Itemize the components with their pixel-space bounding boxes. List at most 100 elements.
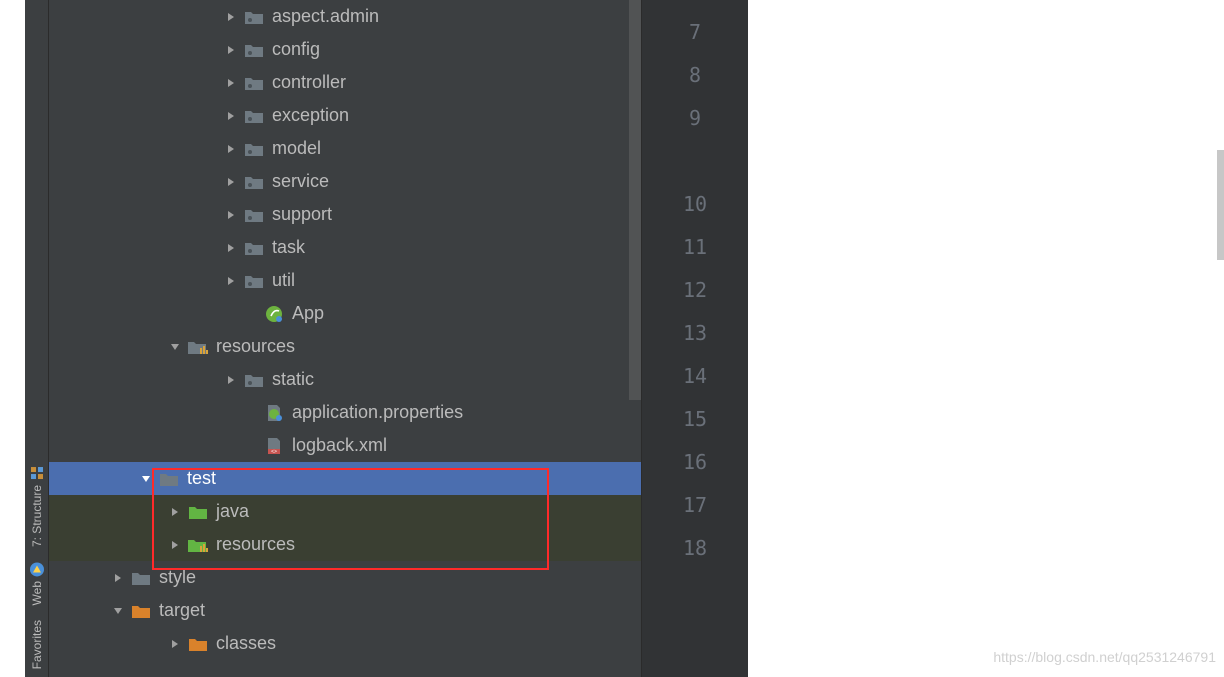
- chevron-right-icon[interactable]: [224, 175, 238, 189]
- gutter-line-number: 11: [642, 225, 748, 268]
- gutter-line-number: 15: [642, 397, 748, 440]
- chevron-right-icon[interactable]: [224, 10, 238, 24]
- tree-item-label: support: [272, 204, 332, 225]
- tree-item[interactable]: support: [49, 198, 641, 231]
- chevron-down-icon[interactable]: [111, 604, 125, 618]
- package-icon: [244, 139, 264, 159]
- package-icon: [244, 40, 264, 60]
- chevron-right-icon[interactable]: [111, 571, 125, 585]
- package-icon: [244, 106, 264, 126]
- tree-item-label: classes: [216, 633, 276, 654]
- tree-item[interactable]: controller: [49, 66, 641, 99]
- chevron-down-icon[interactable]: [168, 340, 182, 354]
- tree-item[interactable]: service: [49, 165, 641, 198]
- tree-item[interactable]: target: [49, 594, 641, 627]
- chevron-right-icon[interactable]: [224, 142, 238, 156]
- gutter-line-number: 17: [642, 483, 748, 526]
- tree-item[interactable]: model: [49, 132, 641, 165]
- chevron-right-icon[interactable]: [224, 43, 238, 57]
- editor-gutter: 789101112131415161718: [641, 0, 748, 677]
- project-tree-panel: aspect.admin config controller exception mod…: [49, 0, 641, 677]
- package-icon: [244, 370, 264, 390]
- no-arrow: [244, 307, 258, 321]
- folder-icon: [159, 469, 179, 489]
- svg-text:<>: <>: [271, 449, 277, 455]
- chevron-right-icon[interactable]: [224, 274, 238, 288]
- chevron-right-icon[interactable]: [168, 505, 182, 519]
- package-icon: [244, 205, 264, 225]
- gutter-line-number: [642, 139, 748, 182]
- tree-item-label: application.properties: [292, 402, 463, 423]
- package-icon: [244, 73, 264, 93]
- tree-item-label: App: [292, 303, 324, 324]
- structure-icon: [29, 465, 45, 481]
- tree-item[interactable]: java: [49, 495, 641, 528]
- chevron-right-icon[interactable]: [224, 109, 238, 123]
- tree-item[interactable]: App: [49, 297, 641, 330]
- tree-item[interactable]: exception: [49, 99, 641, 132]
- gutter-line-number: 10: [642, 182, 748, 225]
- tree-item-label: resources: [216, 336, 295, 357]
- tree-item[interactable]: resources: [49, 330, 641, 363]
- tree-item-label: target: [159, 600, 205, 621]
- sidebar-tab-label: Web: [30, 581, 44, 605]
- green-folder-icon: [188, 502, 208, 522]
- tree-item[interactable]: static: [49, 363, 641, 396]
- web-icon: [29, 561, 45, 577]
- tree-item-label: exception: [272, 105, 349, 126]
- tree-item[interactable]: test: [49, 462, 641, 495]
- watermark-text: https://blog.csdn.net/qq2531246791: [993, 649, 1216, 665]
- tool-window-strip: 7: Structure Web Favorites: [25, 0, 49, 677]
- tree-item[interactable]: resources: [49, 528, 641, 561]
- tree-item[interactable]: <> logback.xml: [49, 429, 641, 462]
- tree-item-label: task: [272, 237, 305, 258]
- chevron-right-icon[interactable]: [224, 373, 238, 387]
- tree-item-label: aspect.admin: [272, 6, 379, 27]
- chevron-right-icon[interactable]: [168, 538, 182, 552]
- gutter-line-number: 7: [642, 10, 748, 53]
- gutter-line-number: 9: [642, 96, 748, 139]
- chevron-right-icon[interactable]: [224, 241, 238, 255]
- spring-icon: [264, 304, 284, 324]
- resources-icon: [188, 337, 208, 357]
- chevron-right-icon[interactable]: [168, 637, 182, 651]
- sidebar-tab-web[interactable]: Web: [29, 561, 45, 605]
- no-arrow: [244, 406, 258, 420]
- spring-file-icon: [264, 403, 284, 423]
- xml-icon: <>: [264, 436, 284, 456]
- sidebar-tab-structure[interactable]: 7: Structure: [29, 465, 45, 547]
- no-arrow: [244, 439, 258, 453]
- gutter-line-number: 16: [642, 440, 748, 483]
- tree-item-label: java: [216, 501, 249, 522]
- sidebar-tab-favorites[interactable]: Favorites: [30, 620, 44, 669]
- tree-item[interactable]: task: [49, 231, 641, 264]
- tree-item-label: controller: [272, 72, 346, 93]
- tree-item[interactable]: style: [49, 561, 641, 594]
- tree-item[interactable]: util: [49, 264, 641, 297]
- page-scrollbar[interactable]: [1217, 150, 1224, 260]
- tree-item[interactable]: classes: [49, 627, 641, 660]
- package-icon: [244, 238, 264, 258]
- tree-item-label: resources: [216, 534, 295, 555]
- tree-item-label: config: [272, 39, 320, 60]
- tree-item[interactable]: application.properties: [49, 396, 641, 429]
- gutter-line-number: 12: [642, 268, 748, 311]
- tree-item-label: test: [187, 468, 216, 489]
- sidebar-tab-label: Favorites: [30, 620, 44, 669]
- tree-item[interactable]: aspect.admin: [49, 0, 641, 33]
- chevron-right-icon[interactable]: [224, 76, 238, 90]
- sidebar-tab-label: 7: Structure: [30, 485, 44, 547]
- test-resources-icon: [188, 535, 208, 555]
- tree-item-label: util: [272, 270, 295, 291]
- chevron-right-icon[interactable]: [224, 208, 238, 222]
- orange-folder-icon: [188, 634, 208, 654]
- tree-item-label: static: [272, 369, 314, 390]
- folder-icon: [131, 568, 151, 588]
- tree-item[interactable]: config: [49, 33, 641, 66]
- gutter-line-number: 8: [642, 53, 748, 96]
- tree-scrollbar[interactable]: [629, 0, 641, 400]
- chevron-down-icon[interactable]: [139, 472, 153, 486]
- orange-folder-icon: [131, 601, 151, 621]
- package-icon: [244, 172, 264, 192]
- tree-item-label: logback.xml: [292, 435, 387, 456]
